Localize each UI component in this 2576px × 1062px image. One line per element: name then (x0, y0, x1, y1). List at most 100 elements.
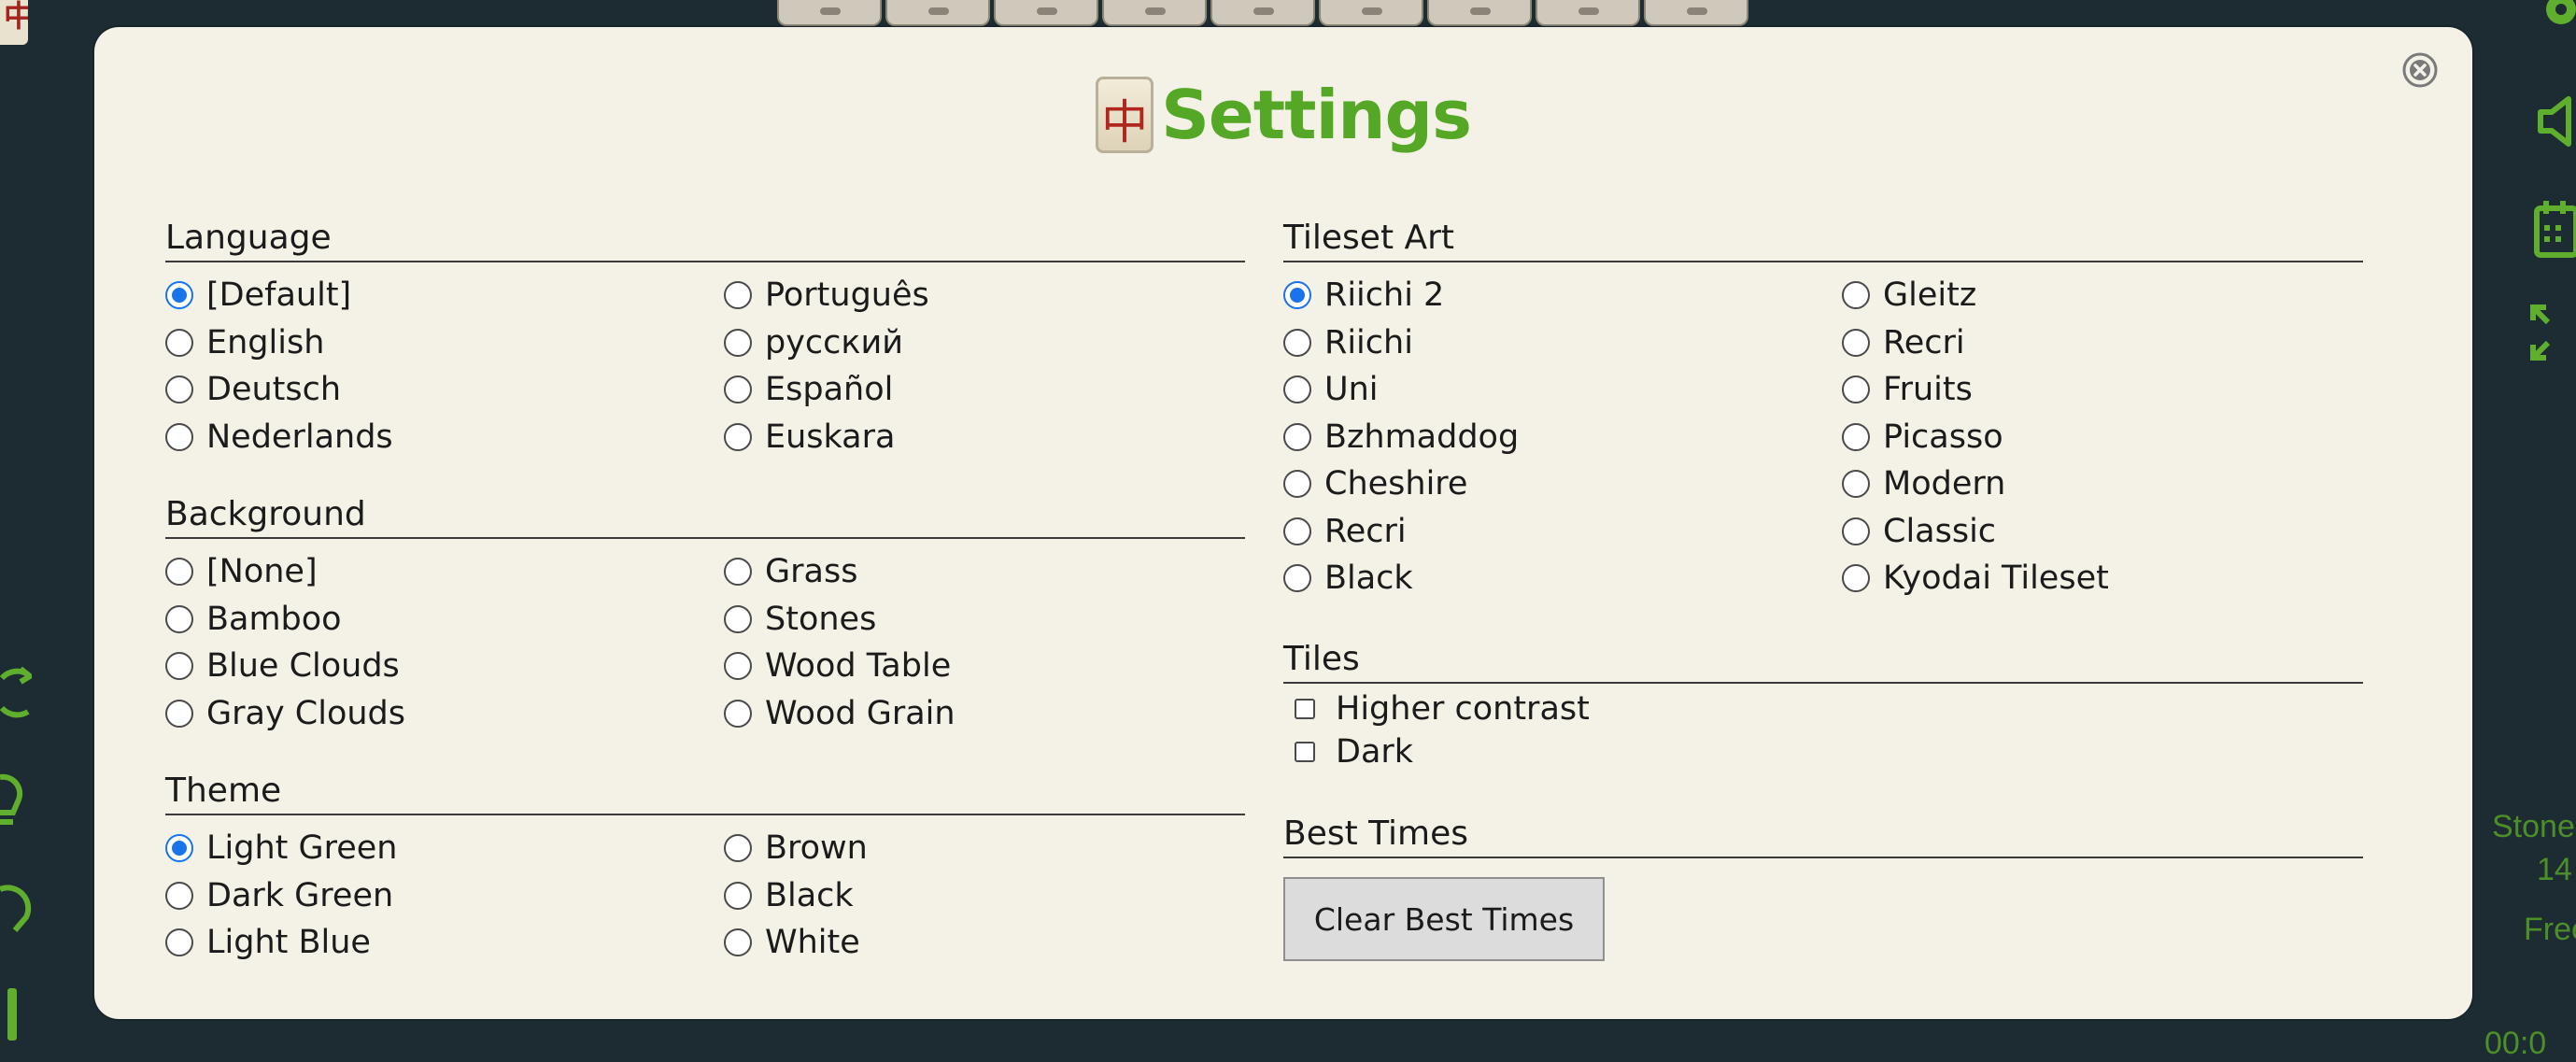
background-option[interactable]: Wood Grain (724, 690, 1282, 738)
background-option[interactable]: [None] (165, 548, 724, 596)
background-radio[interactable] (724, 699, 752, 728)
tileset-option[interactable]: Fruits (1842, 366, 2400, 414)
tileset-radio[interactable] (1842, 328, 1870, 357)
background-radio[interactable] (165, 652, 193, 681)
background-option[interactable]: Blue Clouds (165, 643, 724, 690)
tileset-option[interactable]: Recri (1283, 508, 1842, 556)
tileset-option[interactable]: Bzhmaddog (1283, 414, 1842, 461)
background-option[interactable]: Grass (724, 548, 1282, 596)
undo-icon[interactable] (0, 880, 32, 936)
background-option-label: Wood Grain (765, 694, 955, 732)
tileset-option[interactable]: Kyodai Tileset (1842, 555, 2400, 602)
theme-radio[interactable] (724, 928, 752, 957)
tileset-option[interactable]: Modern (1842, 460, 2400, 508)
background-radio[interactable] (724, 604, 752, 633)
theme-radio[interactable] (165, 834, 193, 863)
language-radio[interactable] (724, 422, 752, 451)
language-radio[interactable] (724, 375, 752, 404)
tileset-radio[interactable] (1842, 470, 1870, 499)
clear-best-times-button[interactable]: Clear Best Times (1283, 877, 1605, 961)
tileset-radio[interactable] (1842, 517, 1870, 545)
tileset-option-label: Fruits (1883, 371, 1973, 409)
theme-option[interactable]: White (724, 919, 1282, 967)
tileset-radio[interactable] (1283, 281, 1311, 310)
background-option[interactable]: Gray Clouds (165, 690, 724, 738)
language-radio[interactable] (724, 328, 752, 357)
pause-icon[interactable] (7, 988, 19, 1041)
hint-icon[interactable] (0, 772, 24, 829)
language-radio[interactable] (165, 375, 193, 404)
theme-radio[interactable] (165, 928, 193, 957)
language-radio[interactable] (724, 281, 752, 310)
tileset-option[interactable]: Picasso (1842, 414, 2400, 461)
theme-option[interactable]: Brown (724, 825, 1282, 872)
language-option[interactable]: Deutsch (165, 366, 724, 414)
tileset-option[interactable]: Recri (1842, 319, 2400, 367)
shuffle-icon[interactable] (0, 665, 32, 721)
dialog-header: 中 Settings (94, 76, 2472, 154)
language-option[interactable]: [Default] (165, 272, 724, 319)
theme-option[interactable]: Dark Green (165, 872, 724, 920)
background-radio[interactable] (165, 558, 193, 587)
tileset-option-label: Classic (1883, 512, 1997, 550)
tileset-radio[interactable] (1283, 470, 1311, 499)
tileset-option[interactable]: Uni (1283, 366, 1842, 414)
theme-option[interactable]: Light Blue (165, 919, 724, 967)
fullscreen-icon[interactable] (2529, 304, 2576, 361)
background-option[interactable]: Stones (724, 596, 1282, 644)
language-option[interactable]: Español (724, 366, 1282, 414)
tiles-checkbox[interactable] (1295, 699, 1315, 719)
tileset-radio[interactable] (1283, 375, 1311, 404)
language-radio[interactable] (165, 328, 193, 357)
gear-icon[interactable] (2533, 0, 2576, 37)
background-radio[interactable] (165, 604, 193, 633)
tileset-radio[interactable] (1842, 375, 1870, 404)
tileset-option[interactable]: Gleitz (1842, 272, 2400, 319)
language-radio[interactable] (165, 281, 193, 310)
tileset-option[interactable]: Riichi (1283, 319, 1842, 367)
background-radio[interactable] (724, 558, 752, 587)
tiles-checkbox-row[interactable]: Higher contrast (1283, 687, 2363, 730)
tiles-checkbox-row[interactable]: Dark (1283, 730, 2363, 773)
language-option[interactable]: Euskara (724, 414, 1282, 461)
language-heading: Language (165, 218, 1245, 262)
theme-option[interactable]: Black (724, 872, 1282, 920)
dialog-title: Settings (1161, 76, 1472, 154)
background-option[interactable]: Wood Table (724, 643, 1282, 690)
background-radio[interactable] (724, 652, 752, 681)
language-option-label: русский (765, 323, 904, 361)
corner-tile: 中 (0, 0, 28, 45)
language-option[interactable]: English (165, 319, 724, 367)
tiles-options: Higher contrast Dark (1283, 687, 2363, 773)
tileset-radio[interactable] (1842, 564, 1870, 593)
tileset-radio[interactable] (1283, 564, 1311, 593)
tileset-radio[interactable] (1283, 422, 1311, 451)
language-option[interactable]: Português (724, 272, 1282, 319)
tileset-option-label: Gleitz (1883, 276, 1977, 315)
tileset-radio[interactable] (1283, 328, 1311, 357)
top-tile-row (777, 0, 1748, 28)
theme-radio[interactable] (724, 881, 752, 910)
background-option[interactable]: Bamboo (165, 596, 724, 644)
language-option[interactable]: русский (724, 319, 1282, 367)
speaker-icon[interactable] (2531, 93, 2576, 149)
tileset-radio[interactable] (1283, 517, 1311, 545)
tileset-option[interactable]: Cheshire (1283, 460, 1842, 508)
theme-option[interactable]: Light Green (165, 825, 724, 872)
tile (1644, 0, 1748, 26)
tiles-checkbox-label: Dark (1336, 733, 1414, 771)
tileset-radio[interactable] (1842, 422, 1870, 451)
background-option-label: Bamboo (206, 600, 342, 638)
best-times-section: Best Times (1283, 814, 2363, 858)
tileset-option[interactable]: Black (1283, 555, 1842, 602)
tileset-option[interactable]: Riichi 2 (1283, 272, 1842, 319)
language-option[interactable]: Nederlands (165, 414, 724, 461)
theme-radio[interactable] (724, 834, 752, 863)
tileset-radio[interactable] (1842, 281, 1870, 310)
tiles-checkbox[interactable] (1295, 742, 1315, 762)
theme-radio[interactable] (165, 881, 193, 910)
language-radio[interactable] (165, 422, 193, 451)
background-radio[interactable] (165, 699, 193, 728)
tileset-option[interactable]: Classic (1842, 508, 2400, 556)
calendar-icon[interactable] (2531, 201, 2576, 259)
